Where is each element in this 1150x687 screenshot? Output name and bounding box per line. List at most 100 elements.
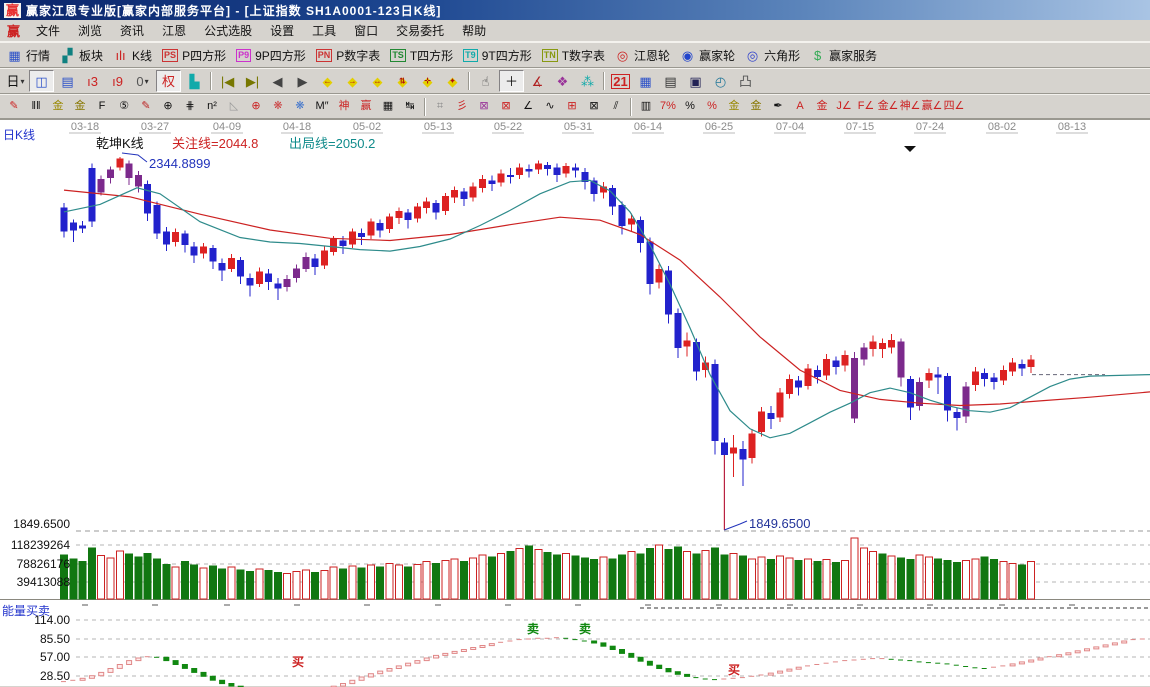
ying-angle-tool[interactable]: 赢∠ — [921, 97, 943, 116]
zoom-horizontal-button[interactable]: ◆↔ — [366, 71, 389, 91]
next-page-button[interactable]: ▶ — [291, 71, 314, 91]
n-square-lines-tool[interactable]: n² — [201, 97, 223, 116]
menu-item-10[interactable]: 帮助 — [453, 22, 495, 39]
pen-marker-tool[interactable]: ✎ — [135, 97, 157, 116]
ying-grid-tool[interactable]: 赢 — [355, 97, 377, 116]
menu-item-8[interactable]: 窗口 — [345, 22, 387, 39]
toolbar-p-square-button[interactable]: PSP四方形 — [158, 46, 232, 65]
menu-item-5[interactable]: 公式选股 — [195, 22, 261, 39]
gold-circle-tool[interactable]: 金 — [723, 97, 745, 116]
menu-item-9[interactable]: 交易委托 — [387, 22, 453, 39]
menu-item-6[interactable]: 设置 — [261, 22, 303, 39]
toolbar-sectors-button[interactable]: ▞板块 — [56, 46, 109, 65]
rights-adjust-button[interactable]: 权 — [156, 70, 181, 92]
save-button[interactable]: ▣ — [684, 71, 707, 91]
zoom-out-all-button[interactable]: ◆✦ — [441, 71, 464, 91]
toolbar-quotes-button[interactable]: ▦行情 — [3, 46, 56, 65]
compass-circle-tool[interactable]: ⊕ — [157, 97, 179, 116]
zoom-left-button[interactable]: ◆← — [316, 71, 339, 91]
m-marks-tool[interactable]: M″ — [311, 97, 333, 116]
kline-3-button[interactable]: ı3 — [81, 71, 104, 91]
zoom-vertical-button[interactable]: ◆⇅ — [391, 71, 414, 91]
f-angle-tool[interactable]: F∠ — [855, 97, 877, 116]
number-grid-tool[interactable]: ▦ — [377, 97, 399, 116]
f-grid-tool[interactable]: F — [91, 97, 113, 116]
calendar-button[interactable]: 21 — [609, 71, 632, 91]
gold-angle-tool[interactable]: 金∠ — [877, 97, 899, 116]
zoom-right-button[interactable]: ◆→ — [341, 71, 364, 91]
ratio-lines-tool[interactable]: ⋕ — [179, 97, 201, 116]
hollow-candle-button[interactable]: 0▾ — [131, 71, 154, 91]
box-grid-tool[interactable]: ⌗ — [429, 97, 451, 116]
date-tick-07-04: 07-04 — [772, 121, 808, 133]
menu-item-4[interactable]: 江恩 — [153, 22, 195, 39]
calculator-button[interactable]: ▦ — [634, 71, 657, 91]
bar-grid-tool[interactable]: ▥ — [635, 97, 657, 116]
toolbar-winner-service-button[interactable]: $赢家服务 — [806, 46, 883, 65]
ink-pen-tool[interactable]: ✒ — [767, 97, 789, 116]
wave-line-tool[interactable]: ∿ — [539, 97, 561, 116]
pattern-tool-button[interactable]: ❖ — [551, 71, 574, 91]
percent-7-tool[interactable]: 7% — [657, 97, 679, 116]
toolbar-hexagon-button[interactable]: ◎六角形 — [741, 46, 806, 65]
gann-web-red-tool[interactable]: ❋ — [267, 97, 289, 116]
j-angle-tool[interactable]: J∠ — [833, 97, 855, 116]
gold-lines-tool[interactable]: 金 — [745, 97, 767, 116]
zoom-in-all-button[interactable]: ◆✛ — [416, 71, 439, 91]
multi-lines-tool[interactable]: ǁǁ — [25, 97, 47, 116]
toolbar-winner-wheel-button[interactable]: ◉赢家轮 — [676, 46, 741, 65]
gann-web-blue-tool[interactable]: ❋ — [289, 97, 311, 116]
toolbar-t-square-button[interactable]: TST四方形 — [386, 46, 459, 65]
shen-angle-tool[interactable]: 神∠ — [899, 97, 921, 116]
grid-cross-tool[interactable]: ⊠ — [583, 97, 605, 116]
menu-item-1[interactable]: 文件 — [27, 22, 69, 39]
chart-plot-canvas[interactable] — [0, 120, 1150, 687]
width-measure-tool[interactable]: ↹ — [399, 97, 421, 116]
color-volume-button[interactable]: ▙ — [183, 71, 206, 91]
kline-9-button[interactable]: ı9 — [106, 71, 129, 91]
percent-tool[interactable]: % — [679, 97, 701, 116]
parallel-lines-tool[interactable]: ⫽ — [605, 97, 627, 116]
p-square-icon: PS — [162, 49, 178, 62]
p-number-table-icon: PN — [316, 49, 333, 62]
gold-red-lines-tool[interactable]: 金 — [811, 97, 833, 116]
crosshair-tool-button[interactable]: ＋ — [499, 70, 524, 92]
hand-tool-button[interactable]: ☝ — [474, 71, 497, 91]
si-angle-tool[interactable]: 四∠ — [943, 97, 965, 116]
print-button[interactable]: 凸 — [734, 71, 757, 91]
shen-grid-tool[interactable]: 神 — [333, 97, 355, 116]
first-page-button[interactable]: |◀ — [216, 71, 239, 91]
menu-item-7[interactable]: 工具 — [303, 22, 345, 39]
toolbar-p-number-table-button[interactable]: PNP数字表 — [312, 46, 387, 65]
gold-grid-2-tool[interactable]: 金 — [69, 97, 91, 116]
last-page-button[interactable]: ▶| — [241, 71, 264, 91]
world-clock-button[interactable]: ◴ — [709, 71, 732, 91]
indicator-window-button[interactable]: ◫ — [29, 70, 54, 92]
gold-grid-1-tool[interactable]: 金 — [47, 97, 69, 116]
chart-area[interactable]: 03-1803-2704-0904-1805-0205-1305-2205-31… — [0, 119, 1150, 686]
pen-red-tool[interactable]: ✎ — [3, 97, 25, 116]
info-view-button[interactable]: ▤ — [56, 71, 79, 91]
target-circle-tool[interactable]: ⊕ — [245, 97, 267, 116]
toolbar-kline-button[interactable]: ılıK线 — [109, 46, 158, 65]
toolbar-t-number-table-button[interactable]: TNT数字表 — [538, 46, 611, 65]
menu-item-3[interactable]: 资讯 — [111, 22, 153, 39]
angle-tool-button[interactable]: ∡ — [526, 71, 549, 91]
fan-box-2-tool[interactable]: ⊠ — [495, 97, 517, 116]
menu-item-2[interactable]: 浏览 — [69, 22, 111, 39]
spiral-5-tool[interactable]: ⑤ — [113, 97, 135, 116]
grid-red-tool[interactable]: ⊞ — [561, 97, 583, 116]
period-daily-button[interactable]: 日▾ — [4, 71, 27, 91]
toolbar-9p-square-button[interactable]: P99P四方形 — [232, 46, 312, 65]
gann-fan-tool[interactable]: 彡 — [451, 97, 473, 116]
notes-button[interactable]: ▤ — [659, 71, 682, 91]
a-lines-tool[interactable]: A — [789, 97, 811, 116]
fan-box-1-tool[interactable]: ⊠ — [473, 97, 495, 116]
angle-line-tool[interactable]: ∠ — [517, 97, 539, 116]
protractor-tool[interactable]: ◺ — [223, 97, 245, 116]
prev-page-button[interactable]: ◀ — [266, 71, 289, 91]
percent-lines-tool[interactable]: % — [701, 97, 723, 116]
dragon-tool-button[interactable]: ⁂ — [576, 71, 599, 91]
toolbar-gann-wheel-button[interactable]: ◎江恩轮 — [611, 46, 676, 65]
toolbar-9t-square-button[interactable]: T99T四方形 — [459, 46, 538, 65]
